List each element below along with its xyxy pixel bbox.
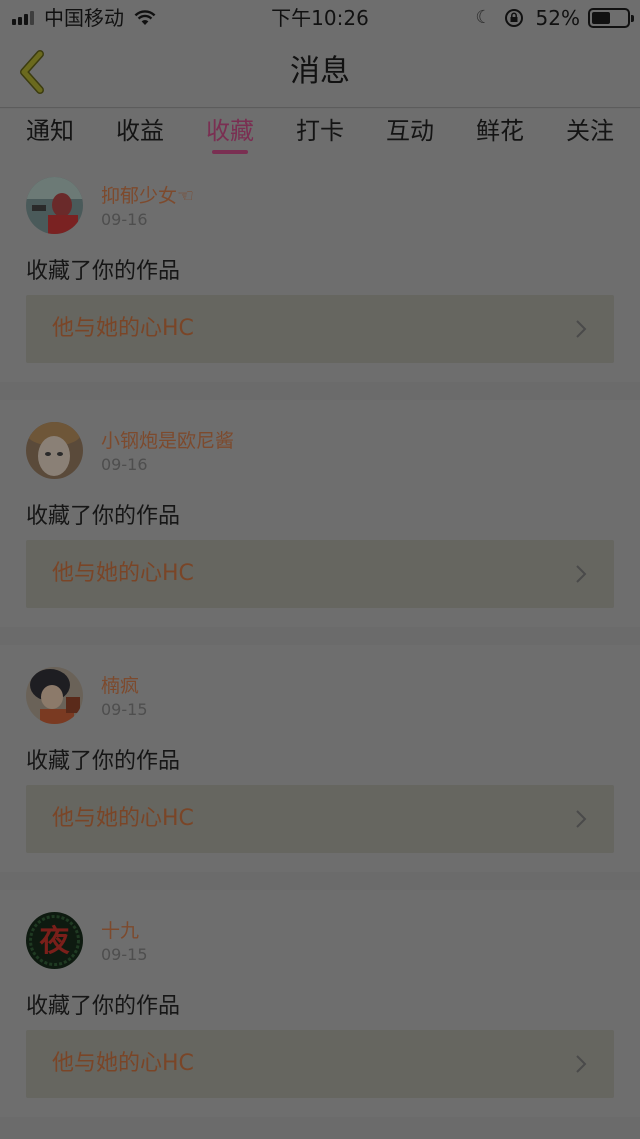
avatar[interactable] (26, 667, 83, 724)
work-link[interactable]: 他与她的心HC (26, 1030, 614, 1098)
work-title: 他与她的心HC (52, 806, 194, 831)
list-item: 小钢炮是欧尼酱 09-16 收藏了你的作品 他与她的心HC (0, 400, 640, 627)
timestamp: 09-15 (101, 700, 148, 719)
timestamp: 09-16 (101, 455, 148, 474)
orientation-lock-icon (504, 9, 523, 27)
timestamp: 09-15 (101, 945, 148, 964)
status-left: 中国移动 (12, 0, 156, 36)
username[interactable]: 楠疯 (101, 671, 139, 698)
action-text: 收藏了你的作品 (26, 749, 181, 774)
tab-follow[interactable]: 关注 (566, 109, 614, 165)
list-item: 夜 十九 09-15 收藏了你的作品 他与她的心HC (0, 890, 640, 1117)
action-text: 收藏了你的作品 (26, 504, 181, 529)
tab-checkin[interactable]: 打卡 (296, 109, 344, 165)
battery-fill (592, 12, 610, 24)
username[interactable]: 十九 (101, 916, 139, 943)
signal-icon (12, 11, 36, 25)
status-right: ☾ 52% (475, 0, 634, 36)
moon-icon: ☾ (475, 7, 492, 28)
work-title: 他与她的心HC (52, 1051, 194, 1076)
tab-earnings[interactable]: 收益 (116, 109, 164, 165)
work-link[interactable]: 他与她的心HC (26, 785, 614, 853)
list-item: 楠疯 09-15 收藏了你的作品 他与她的心HC (0, 645, 640, 872)
battery-percent: 52% (535, 6, 580, 30)
chevron-right-icon (576, 1055, 587, 1073)
chevron-right-icon (576, 810, 587, 828)
work-link[interactable]: 他与她的心HC (26, 295, 614, 363)
tab-flowers[interactable]: 鲜花 (476, 109, 524, 165)
tab-notify[interactable]: 通知 (26, 109, 74, 165)
list-item: 抑郁少女☜ 09-16 收藏了你的作品 他与她的心HC (0, 165, 640, 382)
status-bar: 中国移动 下午10:26 ☾ 52% (0, 0, 640, 36)
action-text: 收藏了你的作品 (26, 994, 181, 1019)
avatar[interactable] (26, 177, 83, 234)
avatar[interactable]: 夜 (26, 912, 83, 969)
notification-list: 抑郁少女☜ 09-16 收藏了你的作品 他与她的心HC 小钢炮是欧尼酱 09-1… (0, 165, 640, 1135)
battery-icon (588, 8, 634, 28)
nav-bar: 消息 (0, 36, 640, 108)
work-title: 他与她的心HC (52, 316, 194, 341)
action-text: 收藏了你的作品 (26, 259, 181, 284)
avatar[interactable] (26, 422, 83, 479)
tab-favorites[interactable]: 收藏 (206, 109, 254, 165)
chevron-right-icon (576, 320, 587, 338)
tab-bar: 通知 收益 收藏 打卡 互动 鲜花 关注 (0, 109, 640, 165)
tab-interaction[interactable]: 互动 (386, 109, 434, 165)
work-title: 他与她的心HC (52, 561, 194, 586)
page-title: 消息 (290, 54, 350, 89)
chevron-right-icon (576, 565, 587, 583)
timestamp: 09-16 (101, 210, 148, 229)
username[interactable]: 小钢炮是欧尼酱 (101, 426, 234, 453)
screen: 中国移动 下午10:26 ☾ 52% 消息 通知 收益 收藏 打卡 互动 鲜花 … (0, 0, 640, 1139)
work-link[interactable]: 他与她的心HC (26, 540, 614, 608)
svg-text:夜: 夜 (39, 924, 71, 959)
carrier-label: 中国移动 (44, 6, 124, 30)
wifi-icon (134, 10, 156, 25)
username[interactable]: 抑郁少女☜ (101, 181, 194, 208)
